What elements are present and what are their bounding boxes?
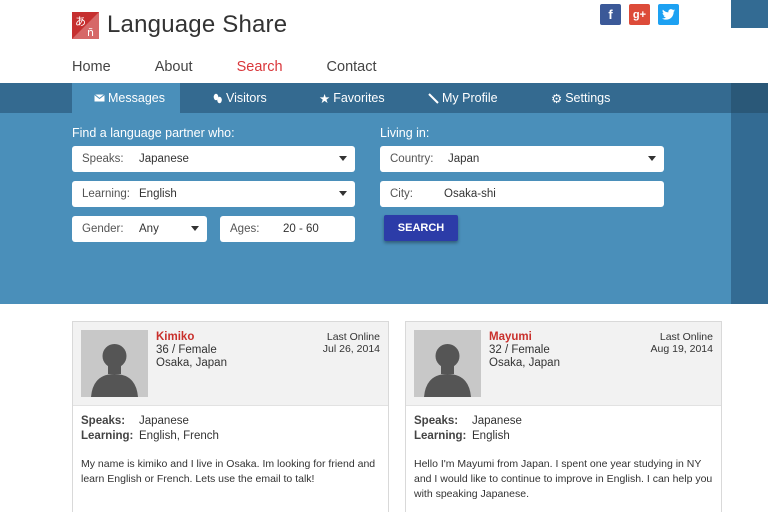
location: Osaka, Japan <box>156 357 227 369</box>
chevron-down-icon <box>339 156 347 161</box>
last-online-date: Aug 19, 2014 <box>650 343 713 355</box>
corner-block <box>731 0 768 28</box>
site-logo[interactable]: あ ñ Language Share <box>72 11 287 39</box>
last-online-date: Jul 26, 2014 <box>322 343 380 355</box>
gear-icon: ⚙ <box>551 91 563 106</box>
tab-visitors[interactable]: Visitors <box>180 83 287 113</box>
country-select[interactable]: Country: Japan <box>380 146 664 172</box>
tab-my-profile[interactable]: My Profile <box>396 83 511 113</box>
svg-text:あ: あ <box>75 15 86 28</box>
living-in-label: Living in: <box>380 126 430 140</box>
top-navigation: Home About Search Contact <box>72 59 421 75</box>
result-card[interactable]: Kimiko 36 / Female Osaka, Japan Last Onl… <box>72 321 389 512</box>
account-tabs: Messages Visitors ★ Favorites My Profile… <box>72 83 621 113</box>
age-gender: 36 / Female <box>156 344 217 356</box>
find-partner-label: Find a language partner who: <box>72 126 235 140</box>
age-gender: 32 / Female <box>489 344 550 356</box>
avatar <box>81 330 148 397</box>
nav-about[interactable]: About <box>155 59 193 75</box>
card-header: Kimiko 36 / Female Osaka, Japan Last Onl… <box>73 322 388 406</box>
speaks-select[interactable]: Speaks: Japanese <box>72 146 355 172</box>
speaks-row: Speaks: Japanese <box>81 415 189 427</box>
chevron-down-icon <box>339 191 347 196</box>
social-links: f g+ <box>600 4 679 25</box>
last-online-label: Last Online <box>326 331 380 343</box>
gender-select[interactable]: Gender: Any <box>72 216 207 242</box>
nav-search[interactable]: Search <box>237 59 283 75</box>
tab-bar-side <box>731 83 768 113</box>
svg-text:ñ: ñ <box>87 26 94 39</box>
app-title: Language Share <box>107 11 288 38</box>
avatar <box>414 330 481 397</box>
result-card[interactable]: Mayumi 32 / Female Osaka, Japan Last Onl… <box>405 321 722 512</box>
profile-name[interactable]: Mayumi <box>489 331 532 343</box>
star-icon: ★ <box>319 91 331 106</box>
panel-side-block <box>731 83 768 304</box>
pencil-icon <box>428 92 439 104</box>
google-plus-icon[interactable]: g+ <box>629 4 650 25</box>
envelope-icon <box>94 94 105 102</box>
learning-row: Learning: English, French <box>81 430 219 442</box>
speaks-row: Speaks: Japanese <box>414 415 522 427</box>
tab-favorites[interactable]: ★ Favorites <box>287 83 396 113</box>
profile-bio: My name is kimiko and I live in Osaka. I… <box>81 458 376 485</box>
profile-bio: Hello I'm Mayumi from Japan. I spent one… <box>414 458 713 500</box>
search-button[interactable]: SEARCH <box>384 215 458 241</box>
city-input[interactable]: City: Osaka-shi <box>380 181 664 207</box>
profile-name[interactable]: Kimiko <box>156 331 194 343</box>
chevron-down-icon <box>191 226 199 231</box>
chevron-down-icon <box>648 156 656 161</box>
learning-row: Learning: English <box>414 430 510 442</box>
tab-settings[interactable]: ⚙ Settings <box>511 83 621 113</box>
facebook-icon[interactable]: f <box>600 4 621 25</box>
ages-field[interactable]: Ages: 20 - 60 <box>220 216 355 242</box>
card-header: Mayumi 32 / Female Osaka, Japan Last Onl… <box>406 322 721 406</box>
twitter-icon[interactable] <box>658 4 679 25</box>
nav-home[interactable]: Home <box>72 59 111 75</box>
tab-messages[interactable]: Messages <box>72 83 180 113</box>
location: Osaka, Japan <box>489 357 560 369</box>
learning-select[interactable]: Learning: English <box>72 181 355 207</box>
footprints-icon <box>212 93 223 104</box>
last-online-label: Last Online <box>659 331 713 343</box>
logo-icon: あ ñ <box>72 11 99 39</box>
nav-contact[interactable]: Contact <box>327 59 377 75</box>
